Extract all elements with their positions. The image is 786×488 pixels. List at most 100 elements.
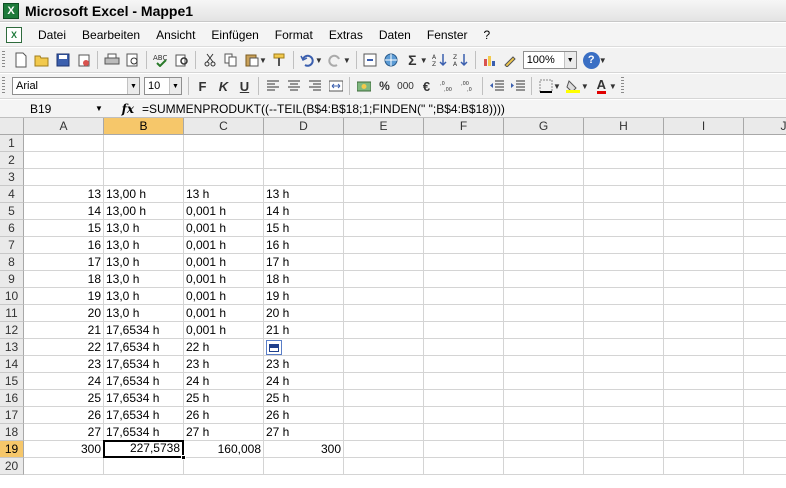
cut-icon[interactable]: [199, 50, 220, 71]
toolbar-grip[interactable]: [2, 77, 5, 95]
cell-h13[interactable]: [584, 339, 664, 356]
cell-i4[interactable]: [664, 186, 744, 203]
cell-a20[interactable]: [24, 458, 104, 475]
cell-d18[interactable]: 27 h: [264, 424, 344, 441]
cell-i14[interactable]: [664, 356, 744, 373]
cell-h8[interactable]: [584, 254, 664, 271]
cell-i1[interactable]: [664, 135, 744, 152]
cell-j17[interactable]: [744, 407, 786, 424]
cell-h10[interactable]: [584, 288, 664, 305]
cell-a10[interactable]: 19: [24, 288, 104, 305]
row-header-7[interactable]: 7: [0, 237, 24, 254]
row-header-2[interactable]: 2: [0, 152, 24, 169]
cell-a4[interactable]: 13: [24, 186, 104, 203]
cell-d16[interactable]: 25 h: [264, 390, 344, 407]
row-header-20[interactable]: 20: [0, 458, 24, 475]
cell-b13[interactable]: 17,6534 h: [104, 339, 184, 356]
cell-c5[interactable]: 0,001 h: [184, 203, 264, 220]
cell-h6[interactable]: [584, 220, 664, 237]
row-header-3[interactable]: 3: [0, 169, 24, 186]
cell-d8[interactable]: 17 h: [264, 254, 344, 271]
zoom-select[interactable]: 100% ▼: [522, 51, 577, 69]
cell-c19[interactable]: 160,008: [184, 441, 264, 458]
cell-g18[interactable]: [504, 424, 584, 441]
cell-h5[interactable]: [584, 203, 664, 220]
toolbar-options-icon[interactable]: ▼: [599, 56, 607, 65]
cell-e12[interactable]: [344, 322, 424, 339]
cell-b16[interactable]: 17,6534 h: [104, 390, 184, 407]
menu-extras[interactable]: Extras: [321, 28, 371, 42]
fill-handle[interactable]: [181, 455, 186, 460]
align-center-icon[interactable]: [283, 76, 304, 97]
menu-bearbeiten[interactable]: Bearbeiten: [74, 28, 148, 42]
cell-g17[interactable]: [504, 407, 584, 424]
cell-h9[interactable]: [584, 271, 664, 288]
cell-i16[interactable]: [664, 390, 744, 407]
cell-a1[interactable]: [24, 135, 104, 152]
cell-b9[interactable]: 13,0 h: [104, 271, 184, 288]
cell-b3[interactable]: [104, 169, 184, 186]
font-dropdown-icon[interactable]: ▼: [127, 78, 139, 94]
italic-button[interactable]: K: [213, 76, 234, 97]
font-size-dropdown-icon[interactable]: ▼: [169, 78, 181, 94]
excel-app-icon[interactable]: X: [3, 2, 19, 19]
row-header-11[interactable]: 11: [0, 305, 24, 322]
cell-h4[interactable]: [584, 186, 664, 203]
cell-c15[interactable]: 24 h: [184, 373, 264, 390]
bold-button[interactable]: F: [192, 76, 213, 97]
align-right-icon[interactable]: [304, 76, 325, 97]
cell-e19[interactable]: [344, 441, 424, 458]
cell-f13[interactable]: [424, 339, 504, 356]
cell-c18[interactable]: 27 h: [184, 424, 264, 441]
formula-input[interactable]: =SUMMENPRODUKT((--TEIL(B$4:B$18;1;FINDEN…: [142, 102, 505, 116]
cell-j7[interactable]: [744, 237, 786, 254]
cell-c3[interactable]: [184, 169, 264, 186]
cell-f6[interactable]: [424, 220, 504, 237]
zoom-dropdown-icon[interactable]: ▼: [563, 52, 576, 68]
column-header-c[interactable]: C: [184, 118, 264, 135]
cell-c4[interactable]: 13 h: [184, 186, 264, 203]
cell-h7[interactable]: [584, 237, 664, 254]
open-folder-icon[interactable]: [31, 50, 52, 71]
cell-e20[interactable]: [344, 458, 424, 475]
cell-j12[interactable]: [744, 322, 786, 339]
cell-f9[interactable]: [424, 271, 504, 288]
menu-fenster[interactable]: Fenster: [419, 28, 476, 42]
row-header-10[interactable]: 10: [0, 288, 24, 305]
cell-f10[interactable]: [424, 288, 504, 305]
cell-d12[interactable]: 21 h: [264, 322, 344, 339]
toolbar-end-grip[interactable]: [620, 77, 624, 95]
format-painter-icon[interactable]: [269, 50, 290, 71]
cell-i6[interactable]: [664, 220, 744, 237]
cell-b14[interactable]: 17,6534 h: [104, 356, 184, 373]
cell-j20[interactable]: [744, 458, 786, 475]
cell-d4[interactable]: 13 h: [264, 186, 344, 203]
cell-h16[interactable]: [584, 390, 664, 407]
column-header-g[interactable]: G: [504, 118, 584, 135]
cell-i12[interactable]: [664, 322, 744, 339]
cell-h1[interactable]: [584, 135, 664, 152]
cell-d9[interactable]: 18 h: [264, 271, 344, 288]
row-header-12[interactable]: 12: [0, 322, 24, 339]
cell-c14[interactable]: 23 h: [184, 356, 264, 373]
menu-datei[interactable]: Datei: [30, 28, 74, 42]
cell-j14[interactable]: [744, 356, 786, 373]
cell-g2[interactable]: [504, 152, 584, 169]
cell-d3[interactable]: [264, 169, 344, 186]
cell-j8[interactable]: [744, 254, 786, 271]
percent-button[interactable]: %: [374, 76, 395, 97]
cell-b17[interactable]: 17,6534 h: [104, 407, 184, 424]
cell-g4[interactable]: [504, 186, 584, 203]
cell-i9[interactable]: [664, 271, 744, 288]
cell-b7[interactable]: 13,0 h: [104, 237, 184, 254]
cell-g16[interactable]: [504, 390, 584, 407]
cell-i3[interactable]: [664, 169, 744, 186]
cell-g12[interactable]: [504, 322, 584, 339]
cell-e1[interactable]: [344, 135, 424, 152]
cell-d17[interactable]: 26 h: [264, 407, 344, 424]
cell-g20[interactable]: [504, 458, 584, 475]
cell-j2[interactable]: [744, 152, 786, 169]
borders-dropdown-icon[interactable]: ▼: [553, 82, 561, 91]
cell-h19[interactable]: [584, 441, 664, 458]
cell-f11[interactable]: [424, 305, 504, 322]
